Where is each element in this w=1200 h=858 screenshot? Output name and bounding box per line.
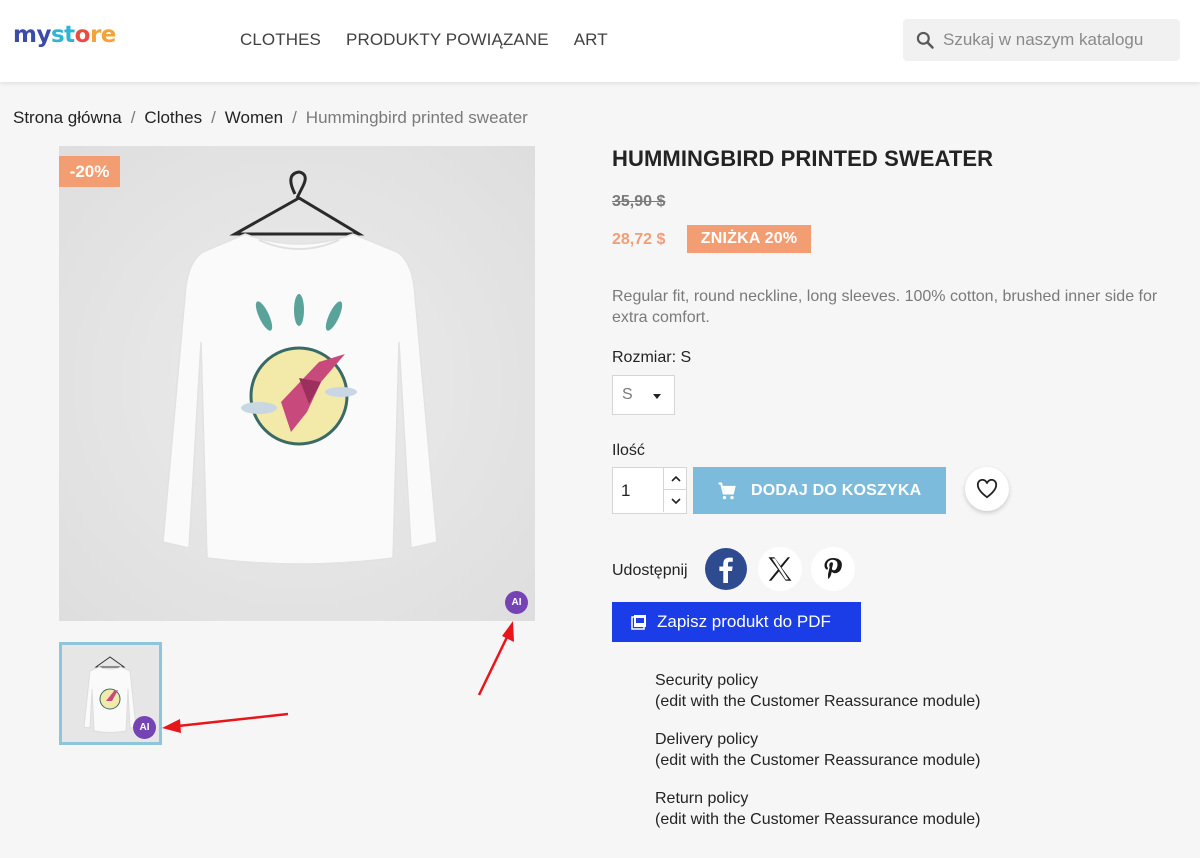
share-label: Udostępnij [612, 562, 688, 579]
pinterest-share-button[interactable] [811, 547, 855, 591]
breadcrumb-women[interactable]: Women [225, 108, 283, 128]
sweater-image [59, 146, 535, 621]
main-nav: CLOTHES PRODUKTY POWIĄZANE ART [240, 30, 608, 50]
ai-badge[interactable]: AI [505, 591, 528, 614]
pdf-icon [631, 615, 646, 630]
quantity-increase-button[interactable] [663, 468, 687, 490]
reassurance-note: (edit with the Customer Reassurance modu… [655, 693, 981, 710]
nav-item-art[interactable]: ART [574, 30, 608, 50]
breadcrumb-current: Hummingbird printed sweater [305, 108, 528, 127]
cart-icon [718, 482, 736, 499]
reassurance-title: Delivery policy [655, 731, 759, 748]
search-input[interactable] [943, 19, 1173, 61]
add-to-cart-button[interactable]: DODAJ DO KOSZYKA [693, 467, 946, 514]
quantity-input[interactable] [613, 468, 663, 513]
chevron-up-icon [670, 475, 681, 482]
site-header: mystore CLOTHES PRODUKTY POWIĄZANE ART [0, 0, 1200, 82]
size-select[interactable]: S [612, 375, 675, 415]
nav-item-clothes[interactable]: CLOTHES [240, 30, 321, 50]
breadcrumb-home[interactable]: Strona główna [13, 108, 122, 128]
search-icon[interactable] [915, 30, 935, 50]
facebook-icon [705, 548, 747, 590]
wishlist-button[interactable] [965, 467, 1009, 511]
reassurance-title: Security policy [655, 672, 759, 689]
product-title: HUMMINGBIRD PRINTED SWEATER [612, 146, 994, 171]
heart-icon [976, 479, 998, 499]
reassurance-item-delivery: Delivery policy (edit with the Customer … [655, 729, 980, 771]
save-pdf-button[interactable]: Zapisz produkt do PDF [612, 602, 861, 642]
quantity-label: Ilość [612, 442, 645, 459]
x-share-button[interactable] [758, 547, 802, 591]
store-logo[interactable]: mystore [13, 22, 116, 48]
breadcrumb: Strona główna / Clothes / Women / Hummin… [13, 108, 528, 128]
quantity-decrease-button[interactable] [663, 490, 687, 512]
chevron-down-icon [670, 497, 681, 504]
pinterest-icon [824, 558, 842, 579]
annotation-arrow-main-image [477, 621, 514, 696]
product-description: Regular fit, round neckline, long sleeve… [612, 288, 1158, 326]
reassurance-item-return: Return policy (edit with the Customer Re… [655, 788, 980, 830]
breadcrumb-separator: / [130, 108, 136, 127]
thumbnail-ai-badge[interactable]: AI [133, 716, 156, 739]
x-icon [767, 556, 793, 582]
reassurance-title: Return policy [655, 790, 749, 807]
add-to-cart-label: DODAJ DO KOSZYKA [751, 481, 922, 499]
quantity-stepper [612, 467, 687, 514]
breadcrumb-separator: / [211, 108, 216, 127]
nav-item-related-products[interactable]: PRODUKTY POWIĄZANE [346, 30, 549, 50]
reassurance-note: (edit with the Customer Reassurance modu… [655, 752, 981, 769]
size-select-value: S [622, 386, 633, 403]
facebook-share-button[interactable] [704, 547, 748, 591]
save-pdf-label: Zapisz produkt do PDF [657, 612, 831, 631]
reassurance-note: (edit with the Customer Reassurance modu… [655, 811, 981, 828]
reassurance-item-security: Security policy (edit with the Customer … [655, 670, 980, 712]
annotation-arrow-thumbnail [162, 712, 289, 733]
size-label: Rozmiar: S [612, 349, 692, 366]
breadcrumb-clothes[interactable]: Clothes [144, 108, 202, 128]
discount-badge: ZNIŻKA 20% [687, 225, 811, 253]
current-price: 28,72 $ [612, 231, 666, 248]
product-cover-image[interactable] [59, 146, 535, 621]
caret-down-icon [653, 394, 661, 399]
discount-flag: -20% [59, 156, 120, 187]
breadcrumb-separator: / [292, 108, 297, 127]
reassurance-block: Security policy (edit with the Customer … [655, 670, 980, 847]
regular-price: 35,90 $ [612, 193, 666, 210]
search-box [903, 19, 1180, 61]
